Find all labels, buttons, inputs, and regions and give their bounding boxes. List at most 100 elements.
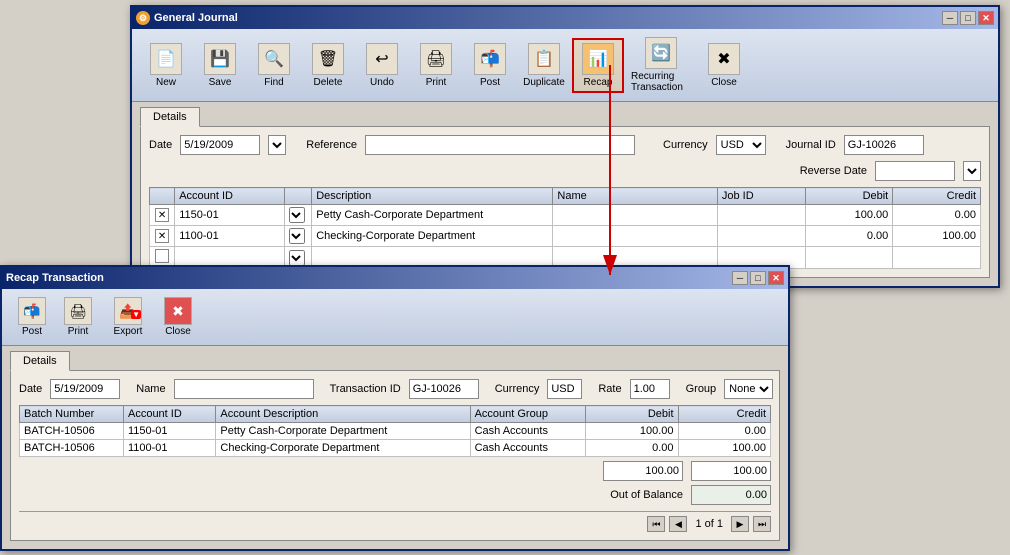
row2-debit: 0.00	[805, 226, 893, 247]
gj-new-btn[interactable]: 📄 New	[140, 39, 192, 92]
recap-label: Recap	[584, 77, 613, 88]
journal-id-label: Journal ID	[786, 139, 836, 151]
recap-group-select[interactable]: None	[724, 379, 773, 399]
gj-tab-bar: Details	[132, 102, 998, 126]
out-of-balance-input	[691, 485, 771, 505]
gj-close-btn[interactable]: ✕	[978, 11, 994, 25]
recap-toolbar: 📬 Post 🖨 Print 📤 ▼ Export ✖ Close	[2, 289, 788, 346]
journal-id-input[interactable]	[844, 135, 924, 155]
recap-name-input[interactable]	[174, 379, 314, 399]
rrow2-desc: Checking-Corporate Department	[216, 440, 470, 457]
recap-post-btn[interactable]: 📬 Post	[10, 293, 54, 341]
recap-minimize-btn[interactable]: ─	[732, 271, 748, 285]
row2-account-id[interactable]: 1100-01	[175, 226, 285, 247]
gj-recap-btn[interactable]: 📊 Recap	[572, 38, 624, 93]
date-dropdown[interactable]: ▼	[268, 135, 286, 155]
gj-find-btn[interactable]: 🔍 Find	[248, 39, 300, 92]
row1-cb-cell: ✕	[150, 205, 175, 226]
nav-last-btn[interactable]: ⏭	[753, 516, 771, 532]
gj-details-tab[interactable]: Details	[140, 107, 200, 127]
col-debit: Debit	[805, 188, 893, 205]
gj-title-text: General Journal	[154, 12, 238, 24]
gj-maximize-btn[interactable]: □	[960, 11, 976, 25]
currency-select[interactable]: USD	[716, 135, 766, 155]
gj-close-tool-btn[interactable]: ✖ Close	[698, 39, 750, 92]
delete-label: Delete	[314, 77, 343, 88]
rcol-batch: Batch Number	[20, 406, 124, 423]
recap-transaction-window: Recap Transaction ─ □ ✕ 📬 Post 🖨 Print 📤…	[0, 265, 790, 551]
row2-name	[553, 226, 717, 247]
row3-checkbox[interactable]	[155, 249, 169, 263]
gj-print-btn[interactable]: 🖨 Print	[410, 39, 462, 92]
gj-post-btn[interactable]: 📬 Post	[464, 39, 516, 92]
recap-export-icon: 📤 ▼	[114, 297, 142, 325]
row1-credit: 0.00	[893, 205, 981, 226]
recap-date-label: Date	[19, 383, 42, 395]
find-icon: 🔍	[258, 43, 290, 75]
gj-save-btn[interactable]: 💾 Save	[194, 39, 246, 92]
recap-details-tab[interactable]: Details	[10, 351, 70, 371]
gj-delete-btn[interactable]: 🗑 Delete	[302, 39, 354, 92]
page-of-label: 1 of 1	[695, 518, 723, 530]
recap-txn-id-input[interactable]	[409, 379, 479, 399]
col-name: Name	[553, 188, 717, 205]
gj-duplicate-btn[interactable]: 📋 Duplicate	[518, 39, 570, 92]
row1-checkbox[interactable]: ✕	[155, 208, 169, 222]
table-row: ✕ 1100-01 ▼ Checking-Corporate Departmen…	[150, 226, 981, 247]
recap-rate-input[interactable]	[630, 379, 670, 399]
gj-title-left: ⚙ General Journal	[136, 11, 238, 25]
undo-icon: ↩	[366, 43, 398, 75]
date-input[interactable]	[180, 135, 260, 155]
row1-job-id	[717, 205, 805, 226]
recap-nav-bar: ⏮ ◀ 1 of 1 ▶ ⏭	[19, 511, 771, 532]
gj-form-row2: Reverse Date ▼	[149, 161, 981, 181]
recap-maximize-btn[interactable]: □	[750, 271, 766, 285]
recap-export-btn[interactable]: 📤 ▼ Export	[102, 293, 154, 341]
rcol-debit: Debit	[586, 406, 678, 423]
row1-dd[interactable]: ▼	[284, 205, 311, 226]
recap-table: Batch Number Account ID Account Descript…	[19, 405, 771, 457]
recap-print-btn[interactable]: 🖨 Print	[56, 293, 100, 341]
recurring-icon: 🔄	[645, 37, 677, 69]
row1-account-id[interactable]: 1150-01	[175, 205, 285, 226]
row2-job-id	[717, 226, 805, 247]
nav-first-btn[interactable]: ⏮	[647, 516, 665, 532]
undo-label: Undo	[370, 77, 394, 88]
gj-table: Account ID Description Name Job ID Debit…	[149, 187, 981, 269]
save-label: Save	[209, 77, 232, 88]
rrow1-account: 1150-01	[123, 423, 215, 440]
row2-checkbox[interactable]: ✕	[155, 229, 169, 243]
reverse-date-label: Reverse Date	[800, 165, 867, 177]
recap-totals-row	[19, 461, 771, 481]
recap-currency-input[interactable]	[547, 379, 582, 399]
reference-input[interactable]	[365, 135, 635, 155]
recap-close-tool-btn[interactable]: ✖ Close	[156, 293, 200, 341]
gj-recurring-btn[interactable]: 🔄 Recurring Transaction	[626, 33, 696, 97]
recap-close-btn[interactable]: ✕	[768, 271, 784, 285]
recap-date-input[interactable]	[50, 379, 120, 399]
table-row: ✕ 1150-01 ▼ Petty Cash-Corporate Departm…	[150, 205, 981, 226]
nav-next-btn[interactable]: ▶	[731, 516, 749, 532]
gj-undo-btn[interactable]: ↩ Undo	[356, 39, 408, 92]
recap-close-tool-label: Close	[165, 326, 191, 337]
recap-print-icon: 🖨	[64, 297, 92, 325]
find-label: Find	[264, 77, 283, 88]
recap-post-icon: 📬	[18, 297, 46, 325]
rrow1-debit: 100.00	[586, 423, 678, 440]
recap-export-label: Export	[114, 326, 143, 337]
recap-post-label: Post	[22, 326, 42, 337]
recap-title-bar: Recap Transaction ─ □ ✕	[2, 267, 788, 289]
row1-description: Petty Cash-Corporate Department	[312, 205, 553, 226]
out-of-balance-row: Out of Balance	[19, 485, 771, 505]
row2-cb-cell: ✕	[150, 226, 175, 247]
gj-title-bar: ⚙ General Journal ─ □ ✕	[132, 7, 998, 29]
nav-prev-btn[interactable]: ◀	[669, 516, 687, 532]
gj-minimize-btn[interactable]: ─	[942, 11, 958, 25]
reverse-date-dropdown[interactable]: ▼	[963, 161, 981, 181]
row2-dd[interactable]: ▼	[284, 226, 311, 247]
row1-debit: 100.00	[805, 205, 893, 226]
post-label: Post	[480, 77, 500, 88]
col-cb	[150, 188, 175, 205]
table-row: BATCH-10506 1150-01 Petty Cash-Corporate…	[20, 423, 771, 440]
reverse-date-input[interactable]	[875, 161, 955, 181]
